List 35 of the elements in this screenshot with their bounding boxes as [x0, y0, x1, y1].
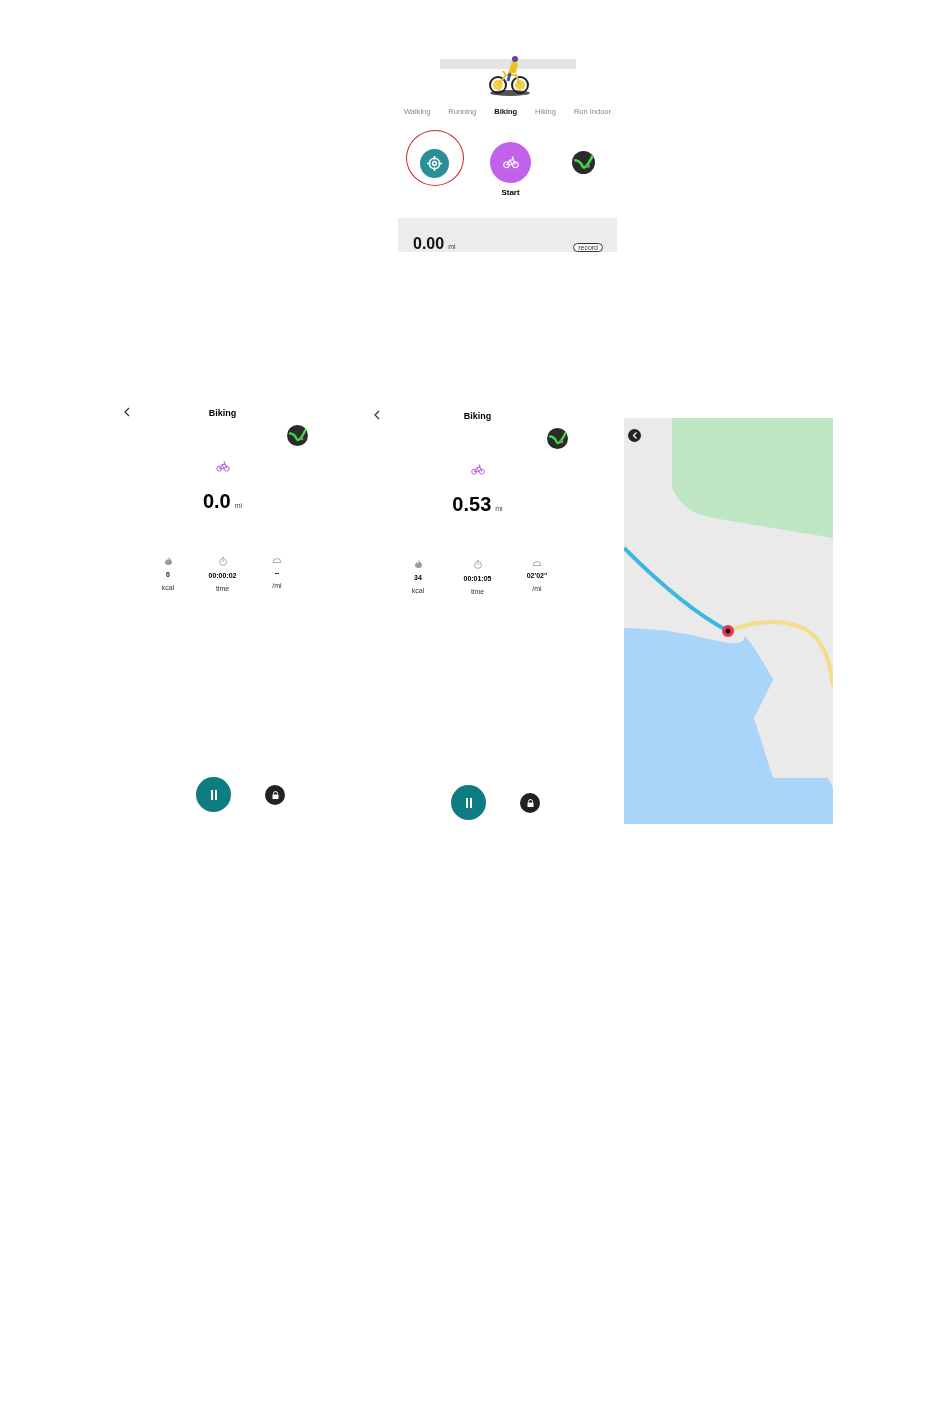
target-icon [426, 155, 443, 172]
screen-title: Biking [463, 411, 492, 421]
route-map-icon [287, 425, 308, 446]
bicycle-icon [470, 463, 485, 475]
lock-button[interactable] [265, 784, 285, 805]
chevron-left-icon [631, 432, 638, 439]
lock-button[interactable] [520, 792, 540, 813]
start-button[interactable] [490, 142, 531, 183]
chevron-left-icon [373, 410, 381, 420]
pause-icon [209, 789, 218, 800]
speedometer-icon [272, 557, 282, 563]
lock-icon [526, 798, 534, 807]
route-map-icon [547, 428, 568, 449]
screen-title: Biking [208, 408, 237, 418]
bicycle-icon [502, 156, 519, 169]
map-button[interactable] [572, 151, 595, 174]
distance-value: 0.0 [202, 490, 231, 513]
pause-icon [464, 797, 473, 808]
distance-value: 0.53 [452, 493, 492, 516]
bicycle-icon [215, 460, 230, 472]
stopwatch-icon [473, 560, 482, 569]
route-map-icon [572, 151, 595, 174]
flame-icon [164, 557, 172, 565]
speedometer-icon [532, 560, 542, 566]
stopwatch-icon [218, 557, 227, 566]
chevron-left-icon [123, 407, 131, 417]
flame-icon [414, 560, 422, 568]
map-button[interactable] [547, 428, 568, 449]
map-button[interactable] [287, 425, 308, 446]
start-label: Start [501, 188, 520, 197]
pause-button[interactable] [196, 777, 231, 812]
total-distance: 0.00 [413, 236, 445, 252]
lock-icon [271, 790, 279, 799]
location-button[interactable] [420, 149, 449, 178]
pause-button[interactable] [451, 785, 486, 820]
